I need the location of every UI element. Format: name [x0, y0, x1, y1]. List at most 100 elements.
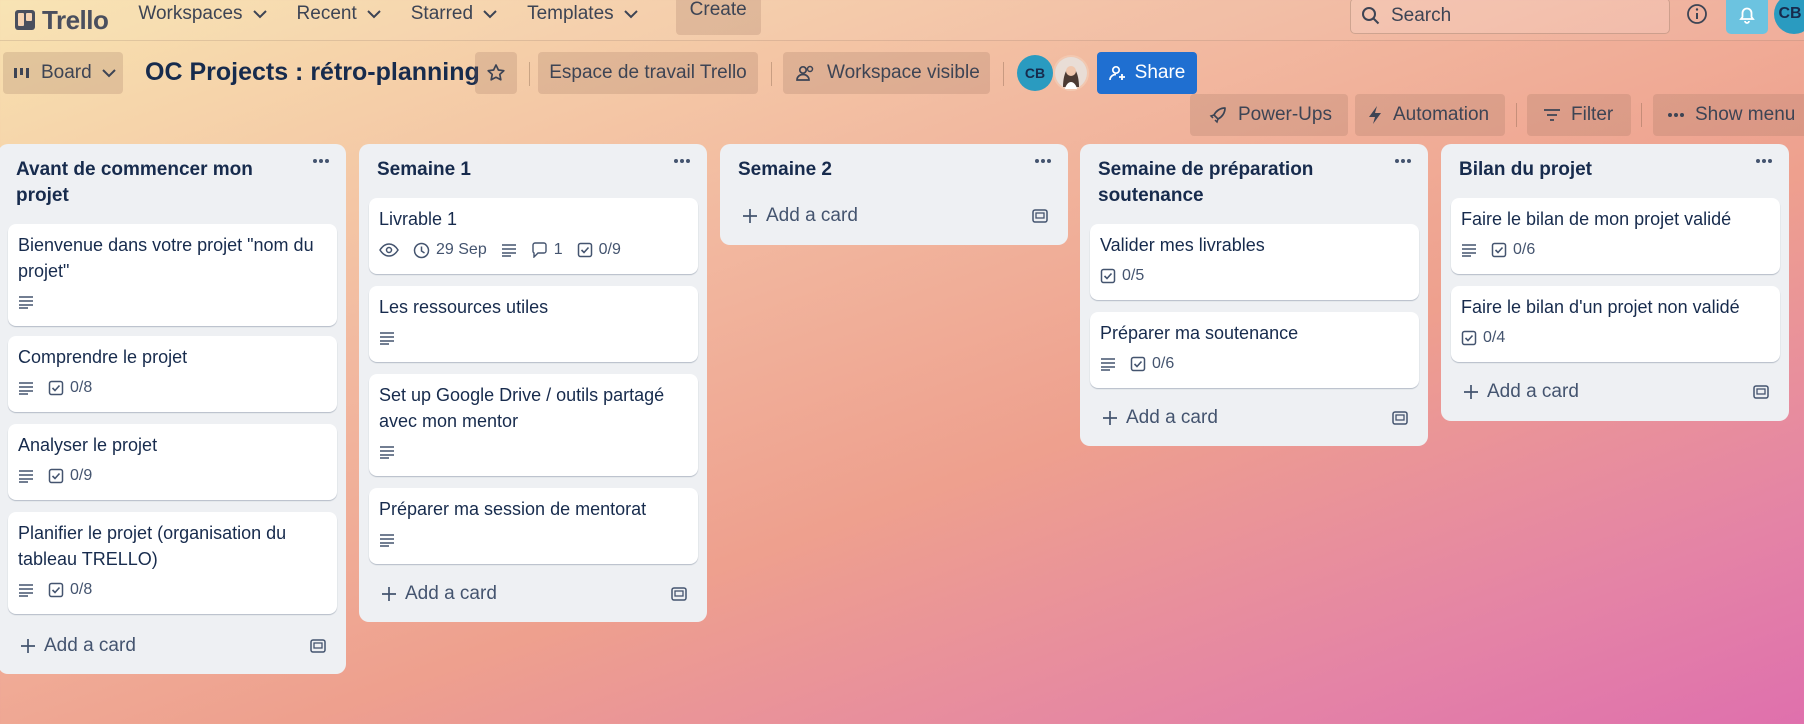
- card-badges: 0/4: [1461, 324, 1770, 352]
- description-icon: [1101, 358, 1115, 371]
- card-title: Préparer ma session de mentorat: [379, 499, 647, 519]
- templates-label: Templates: [527, 3, 614, 24]
- chevron-down-icon: [623, 9, 638, 18]
- starred-label: Starred: [410, 3, 474, 24]
- card[interactable]: Faire le bilan d'un projet non validé 0/…: [1451, 286, 1780, 362]
- card-template-icon[interactable]: [1031, 207, 1049, 225]
- plus-icon: [21, 639, 35, 653]
- card-badges: [379, 324, 688, 352]
- card-title: Valider mes livrables: [1100, 235, 1265, 255]
- card[interactable]: Livrable 1 29 Sep 1 0/9: [369, 198, 698, 274]
- add-card-button[interactable]: Add a card: [8, 626, 337, 666]
- card-title: Bienvenue dans votre projet "nom du proj…: [18, 235, 314, 281]
- chevron-down-icon: [101, 68, 116, 77]
- recent-label: Recent: [296, 3, 357, 24]
- list-menu-button[interactable]: [673, 158, 691, 164]
- card-template-icon[interactable]: [670, 585, 688, 603]
- description-icon: [19, 584, 33, 597]
- star-icon: [487, 64, 505, 81]
- card-template-icon[interactable]: [309, 637, 327, 655]
- header-divider: [1003, 62, 1004, 86]
- workspace-button[interactable]: Espace de travail Trello: [538, 52, 758, 94]
- list-title[interactable]: Semaine 1: [377, 157, 647, 183]
- show-menu-button[interactable]: Show menu: [1653, 94, 1804, 136]
- plus-icon: [1103, 411, 1117, 425]
- card-template-icon[interactable]: [1391, 409, 1409, 427]
- description-icon: [380, 332, 394, 345]
- brand-name: Trello: [42, 4, 109, 35]
- chevron-down-icon: [252, 9, 267, 18]
- card-badges: [18, 288, 327, 316]
- add-card-button[interactable]: Add a card: [1090, 398, 1419, 438]
- workspaces-menu[interactable]: Workspaces: [126, 0, 284, 31]
- card[interactable]: Planifier le projet (organisation du tab…: [8, 512, 337, 614]
- add-card-button[interactable]: Add a card: [369, 574, 698, 614]
- add-card-button[interactable]: Add a card: [1451, 372, 1780, 412]
- create-button[interactable]: Create: [675, 0, 761, 35]
- templates-menu[interactable]: Templates: [515, 0, 656, 31]
- list-title[interactable]: Avant de commencer mon projet: [16, 157, 286, 209]
- notifications-button[interactable]: [1726, 0, 1768, 34]
- card-badges: 0/6: [1461, 236, 1770, 264]
- account-avatar[interactable]: CB: [1774, 0, 1804, 34]
- board-view-switcher[interactable]: Board: [3, 52, 123, 94]
- due-date-badge[interactable]: 29 Sep: [413, 241, 487, 259]
- list-menu-button[interactable]: [312, 158, 330, 164]
- board-title[interactable]: OC Projects : rétro-planning: [145, 58, 480, 87]
- card-badges: 0/8: [18, 374, 327, 402]
- automation-button[interactable]: Automation: [1355, 94, 1505, 136]
- list-menu-button[interactable]: [1034, 158, 1052, 164]
- card[interactable]: Analyser le projet 0/9: [8, 424, 337, 500]
- list-title[interactable]: Bilan du projet: [1459, 157, 1729, 183]
- card[interactable]: Faire le bilan de mon projet validé 0/6: [1451, 198, 1780, 274]
- card-template-icon[interactable]: [1752, 383, 1770, 401]
- list-title[interactable]: Semaine 2: [738, 157, 1008, 183]
- checklist-count: 0/8: [70, 581, 93, 598]
- checklist-badge: 0/5: [1100, 267, 1144, 285]
- starred-menu[interactable]: Starred: [399, 0, 515, 31]
- visibility-button[interactable]: Workspace visible: [783, 52, 990, 94]
- card-title: Set up Google Drive / outils partagé ave…: [379, 385, 665, 431]
- share-button[interactable]: Share: [1097, 52, 1197, 94]
- filter-icon: [1544, 109, 1560, 121]
- checklist-count: 0/5: [1122, 267, 1145, 284]
- member-avatar-photo[interactable]: [1053, 55, 1089, 91]
- member-avatar-cb[interactable]: CB: [1017, 55, 1053, 91]
- search-icon: [1362, 7, 1380, 25]
- card[interactable]: Préparer ma session de mentorat: [369, 488, 698, 564]
- card[interactable]: Bienvenue dans votre projet "nom du proj…: [8, 224, 337, 326]
- card[interactable]: Préparer ma soutenance 0/6: [1090, 312, 1419, 388]
- info-button[interactable]: [1686, 3, 1708, 25]
- list-menu-button[interactable]: [1755, 158, 1773, 164]
- recent-menu[interactable]: Recent: [285, 0, 399, 31]
- plus-icon: [1464, 385, 1478, 399]
- card[interactable]: Comprendre le projet 0/8: [8, 336, 337, 412]
- automation-label: Automation: [1393, 104, 1490, 125]
- card[interactable]: Les ressources utiles: [369, 286, 698, 362]
- lightning-icon: [1369, 106, 1381, 124]
- description-icon: [1462, 244, 1476, 257]
- trello-logo[interactable]: Trello: [14, 4, 109, 36]
- card[interactable]: Valider mes livrables 0/5: [1090, 224, 1419, 300]
- rocket-icon: [1209, 107, 1226, 124]
- search-input[interactable]: Search: [1350, 0, 1670, 34]
- description-icon: [19, 296, 33, 309]
- description-icon: [380, 446, 394, 459]
- card-title: Planifier le projet (organisation du tab…: [18, 523, 287, 569]
- card[interactable]: Set up Google Drive / outils partagé ave…: [369, 374, 698, 476]
- comments-badge: 1: [531, 241, 563, 259]
- comment-icon: [532, 242, 547, 258]
- power-ups-button[interactable]: Power-Ups: [1190, 94, 1348, 136]
- add-card-label: Add a card: [1126, 407, 1218, 428]
- star-board-button[interactable]: [475, 52, 517, 94]
- trello-logo-icon: [15, 10, 35, 30]
- description-icon: [501, 244, 516, 257]
- filter-button[interactable]: Filter: [1527, 94, 1631, 136]
- add-card-button[interactable]: Add a card: [730, 196, 1059, 236]
- more-dots-icon: [1756, 159, 1772, 163]
- list-title[interactable]: Semaine de préparation soutenance: [1098, 157, 1368, 209]
- checklist-badge: 0/4: [1461, 329, 1505, 347]
- eye-icon: [379, 243, 399, 257]
- list-menu-button[interactable]: [1394, 158, 1412, 164]
- checklist-icon: [577, 242, 592, 258]
